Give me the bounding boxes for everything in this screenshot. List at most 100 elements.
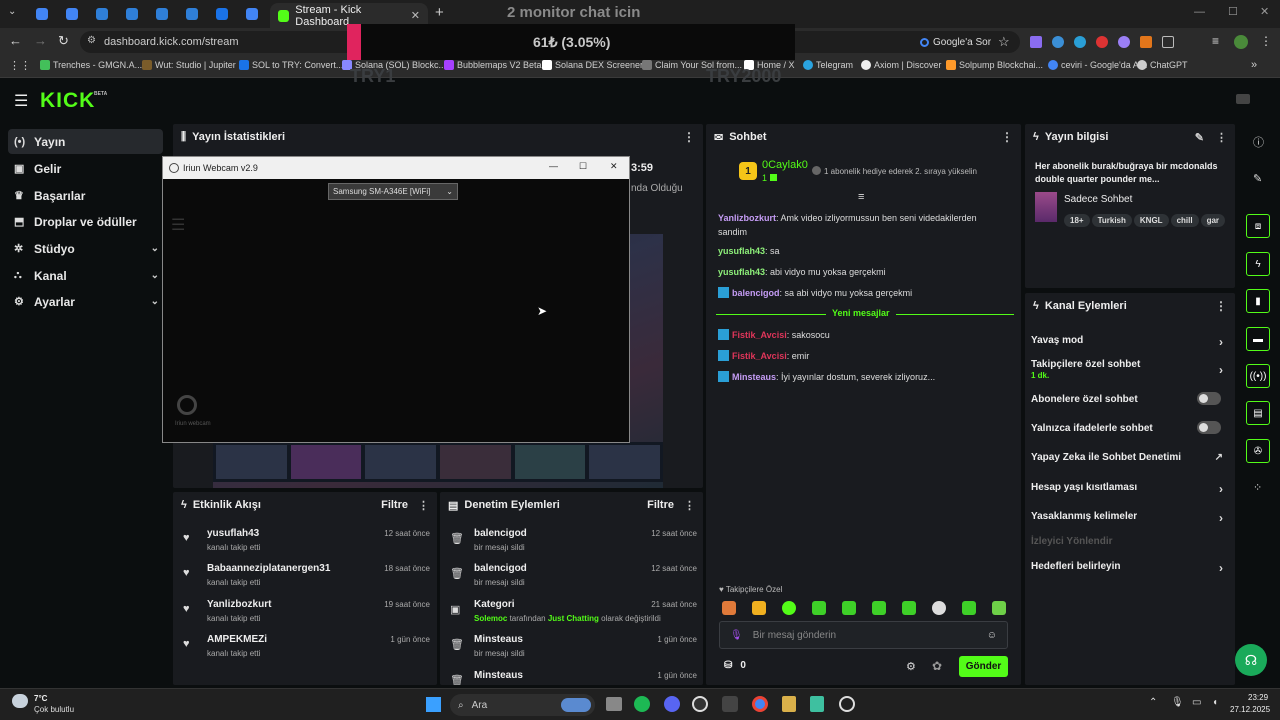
display-icon[interactable]: ▭ [1192,697,1201,708]
pinned-toggle-icon[interactable]: ≡ [858,191,864,203]
extension-circle-icon[interactable] [1074,36,1086,48]
nav-item-kanal[interactable]: ⛬ Kanal ⌄ [8,263,163,288]
emote[interactable] [962,601,976,615]
bookmark-item[interactable]: Telegram [803,60,853,70]
emote[interactable] [992,601,1006,615]
actions-menu-icon[interactable]: ⋮ [1215,299,1227,313]
pinned-tab-edge-2[interactable] [126,4,138,24]
tag[interactable]: 18+ [1064,214,1090,227]
bookmark-item[interactable]: Solpump Blockchai... [946,60,1043,70]
discord-icon[interactable] [664,696,680,712]
user-menu-icon[interactable] [1236,94,1250,104]
hamburger-menu-icon[interactable]: ☰ [14,91,28,111]
webcam-taskbar-icon[interactable] [839,696,855,712]
bookmark-item[interactable]: ceviri - Google'da Ara [1048,60,1147,70]
tag[interactable]: gar [1200,214,1226,227]
microphone-icon[interactable]: 🎙 [1171,697,1184,708]
setting-ai-moderation[interactable]: Yapay Zeka ile Sohbet Denetimi ↗ [1031,452,1231,463]
nav-item-gelir[interactable]: ▣ Gelir [8,156,163,181]
info-icon[interactable]: ⓘ [1253,134,1264,150]
tag[interactable]: KNGL [1133,214,1169,227]
reading-list-icon[interactable]: ≡ [1212,34,1219,48]
webcam-maximize-icon[interactable]: ☐ [579,161,587,172]
chrome-icon[interactable] [752,696,768,712]
pinned-tab-google-2[interactable] [66,4,78,24]
bookmark-star-icon[interactable]: ☆ [998,34,1010,50]
pinned-tab-google-3[interactable] [246,4,258,24]
webcam-close-icon[interactable]: ✕ [610,161,618,172]
webcam-menu-icon[interactable]: ☰ [171,215,185,235]
site-info-icon[interactable]: ⚙ [87,35,96,46]
reload-icon[interactable]: ↻ [58,33,69,49]
webcam-minimize-icon[interactable]: — [549,161,558,171]
nav-item-studyo[interactable]: ✲ Stüdyo ⌄ [8,236,163,261]
app-icon[interactable] [810,696,824,712]
moderation-menu-icon[interactable]: ⋮ [684,499,695,512]
emote[interactable] [782,601,796,615]
quick-action-button[interactable]: ▮ [1246,289,1270,313]
chat-input[interactable]: 🎙 Bir mesaj gönderin ☺ [719,621,1008,649]
bookmark-item[interactable]: Bubblemaps V2 Beta [444,60,542,70]
kick-logo[interactable]: KICK [40,89,95,113]
pinned-tab-edge[interactable] [96,4,108,24]
tab-list-chevron-icon[interactable]: ⌄ [8,6,16,17]
google-ask-button[interactable]: Google'a Sor [914,33,998,51]
close-tab-icon[interactable]: ✕ [411,9,420,22]
bookmark-item[interactable]: Solana DEX Screener [542,60,643,70]
emote[interactable] [902,601,916,615]
quick-action-button[interactable]: ✇ [1246,439,1270,463]
new-tab-button[interactable]: + [435,4,444,21]
send-button[interactable]: Gönder [959,656,1008,677]
browser-menu-icon[interactable]: ⋮ [1260,34,1272,48]
extension-red-icon[interactable] [1096,36,1108,48]
pinned-tab-app[interactable] [216,4,228,24]
emote[interactable] [752,601,766,615]
window-close-icon[interactable]: ✕ [1260,5,1269,18]
emoji-icon[interactable]: ☺ [987,630,997,641]
profile-avatar[interactable] [1234,35,1248,49]
chat-menu-icon[interactable]: ⋮ [1001,130,1013,144]
tag[interactable]: Turkish [1091,214,1132,227]
app-icon[interactable] [782,696,796,712]
forward-icon[interactable]: → [34,33,47,48]
microphone-icon[interactable]: 🎙 [730,630,743,641]
window-minimize-icon[interactable]: — [1194,6,1205,18]
app-icon[interactable] [722,696,738,712]
setting-followers-only[interactable]: Takipçilere özel sohbet 1 dk. › [1031,359,1231,381]
emote[interactable] [932,601,946,615]
bookmark-item[interactable]: Wut: Studio | Jupiter [142,60,236,70]
extensions-puzzle-icon[interactable] [1162,36,1174,48]
apps-grid-icon[interactable]: ⋮⋮ [9,59,31,72]
category-name[interactable]: Sadece Sohbet [1064,194,1132,205]
clock-time[interactable]: 23:29 [1248,693,1268,702]
activity-filter[interactable]: Filtre [381,499,408,511]
bookmark-item[interactable]: ChatGPT [1137,60,1188,70]
setting-account-age[interactable]: Hesap yaşı kısıtlaması › [1031,482,1231,496]
channel-points[interactable]: ⛁ 0 [724,660,746,671]
quick-action-button[interactable]: ϟ [1246,252,1270,276]
top-gifter-name[interactable]: 0Caylak0 [762,159,808,171]
quick-action-button[interactable]: ((•)) [1246,364,1270,388]
bookmark-item[interactable]: SOL to TRY: Convert... [239,60,343,70]
emote[interactable] [842,601,856,615]
webcam-device-select[interactable]: Samsung SM-A346E [WiFi] ⌄ [328,183,458,200]
pinned-tab-edge-4[interactable] [186,4,198,24]
nav-item-yayin[interactable]: (•) Yayın [8,129,163,154]
window-maximize-icon[interactable]: ☐ [1228,5,1238,18]
info-menu-icon[interactable]: ⋮ [1216,131,1227,144]
pinned-tab-edge-3[interactable] [156,4,168,24]
extension-metamask-icon[interactable] [1140,36,1152,48]
setting-slow-mode[interactable]: Yavaş mod › [1031,335,1231,349]
quick-action-button[interactable]: ▤ [1246,401,1270,425]
bookmark-item[interactable]: Axiom | Discover [861,60,941,70]
quick-action-button[interactable]: ▬ [1246,327,1270,351]
setting-banned-words[interactable]: Yasaklanmış kelimeler › [1031,511,1231,525]
tag[interactable]: chill [1170,214,1199,227]
emote-only-toggle[interactable] [1197,421,1221,434]
chat-settings-icon[interactable]: ⚙ [906,660,916,673]
edit-icon[interactable]: ✎ [1253,172,1262,185]
taskbar-search[interactable]: ⌕ Ara [450,694,595,716]
subscribers-only-toggle[interactable] [1197,392,1221,405]
tray-chevron-icon[interactable]: ⌃ [1149,697,1157,708]
nav-item-ayarlar[interactable]: ⚙ Ayarlar ⌄ [8,289,163,314]
